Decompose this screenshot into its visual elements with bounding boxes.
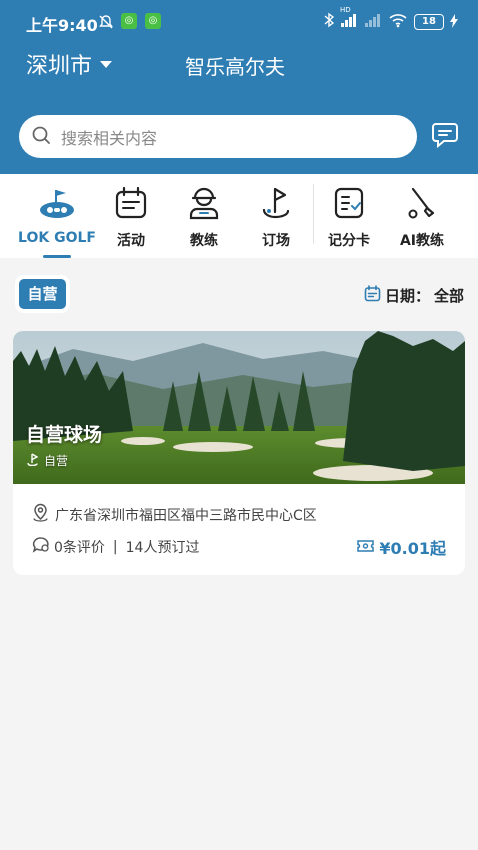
venue-photo <box>13 331 465 484</box>
meta-separator: | <box>112 538 118 555</box>
active-tab-indicator <box>43 255 71 258</box>
coach-icon <box>187 186 221 224</box>
hd-label: HD <box>340 6 351 14</box>
category-nav: LOK GOLF 活动 教练 订场 记分卡 AI教练 <box>0 174 478 258</box>
message-button[interactable] <box>431 122 459 152</box>
calendar-icon <box>114 186 148 224</box>
venue-subtitle-label: 自营 <box>44 454 69 468</box>
venue-address-text: 广东省深圳市福田区福中三路市民中心C区 <box>55 507 317 524</box>
notification-app-icon: ◎ <box>121 13 137 29</box>
status-time: 上午9:40 <box>26 16 98 35</box>
caret-down-icon <box>100 60 113 68</box>
signal-weak-icon <box>364 12 382 32</box>
nav-label: AI教练 <box>399 233 445 249</box>
golf-club-icon <box>405 186 439 224</box>
wifi-icon <box>388 12 408 32</box>
venue-address: 广东省深圳市福田区福中三路市民中心C区 <box>32 503 317 526</box>
bluetooth-icon <box>324 12 335 32</box>
nav-label: LOK GOLF <box>18 230 96 246</box>
price-text: ¥0.01起 <box>379 539 446 558</box>
search-bar[interactable]: 搜索相关内容 <box>19 115 417 158</box>
flag-small-icon <box>27 452 39 469</box>
date-filter-value: 全部 <box>433 287 464 305</box>
comment-icon <box>32 536 50 557</box>
nav-item-ai-coach[interactable]: AI教练 <box>389 174 455 258</box>
city-label: 深圳市 <box>26 54 93 79</box>
nav-label: 记分卡 <box>328 233 370 249</box>
status-bar: 上午9:40 ◎ ◎ HD 18 <box>0 0 478 44</box>
nav-item-scorecard[interactable]: 记分卡 <box>316 174 382 258</box>
venue-card[interactable]: 自营球场 自营 广东省深圳市福田区福中三路市民中心C区 0条评价 | 14人预订… <box>13 331 465 575</box>
nav-label: 教练 <box>190 233 218 249</box>
flag-icon <box>259 186 293 224</box>
ticket-icon <box>356 538 375 557</box>
date-filter[interactable]: 日期： 全部 <box>364 285 464 306</box>
calendar-small-icon <box>364 285 381 306</box>
nav-item-lok-golf[interactable]: LOK GOLF <box>14 174 100 258</box>
nav-label: 活动 <box>117 233 145 249</box>
nav-divider <box>313 184 314 244</box>
notification-app-icon: ◎ <box>145 13 161 29</box>
location-pin-icon <box>32 503 49 526</box>
battery-indicator: 18 <box>414 14 444 30</box>
venue-title: 自营球场 <box>26 424 103 446</box>
app-header: 上午9:40 ◎ ◎ HD 18 深圳市 智乐高尔夫 搜索相关内容 <box>0 0 478 174</box>
date-filter-label: 日期： <box>384 287 430 305</box>
status-icons: HD 18 <box>324 6 458 32</box>
nav-item-coach[interactable]: 教练 <box>171 174 237 258</box>
mute-bell-icon <box>98 14 114 34</box>
nav-label: 订场 <box>262 233 290 249</box>
signal-icon: HD <box>340 6 358 32</box>
venue-price: ¥0.01起 <box>356 535 446 559</box>
charging-icon <box>450 13 458 32</box>
self-operated-filter-tag[interactable]: 自营 <box>19 279 66 309</box>
booking-count: 14人预订过 <box>125 539 200 556</box>
venue-meta: 0条评价 | 14人预订过 <box>32 536 199 557</box>
venue-subtitle: 自营 <box>27 452 68 469</box>
city-selector[interactable]: 深圳市 <box>26 48 113 80</box>
search-icon <box>31 125 51 149</box>
scorecard-icon <box>332 186 366 224</box>
nav-item-booking[interactable]: 订场 <box>243 174 309 258</box>
brand-title: 智乐高尔夫 <box>185 55 285 79</box>
message-icon <box>431 123 459 152</box>
nav-item-activities[interactable]: 活动 <box>98 174 164 258</box>
golf-logo-icon <box>38 186 76 224</box>
review-count: 0条评价 <box>54 539 105 556</box>
search-placeholder: 搜索相关内容 <box>61 128 158 148</box>
